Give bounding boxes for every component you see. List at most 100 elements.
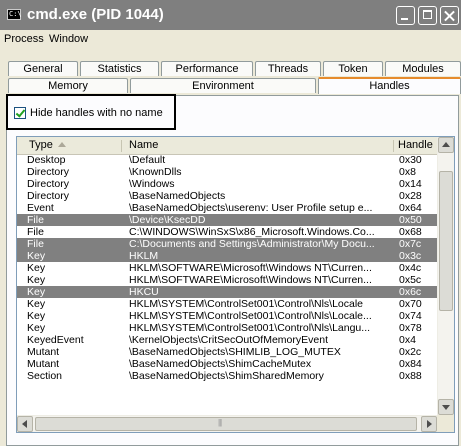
scroll-down-arrow-icon[interactable] — [438, 399, 454, 415]
sort-ascending-icon — [57, 142, 66, 147]
table-row[interactable]: File \Device\KsecDD 0x50 — [17, 214, 438, 226]
table-row[interactable]: Directory \BaseNamedObjects 0x28 — [17, 190, 438, 202]
handles-list[interactable]: Type Name Handle Desktop \Default 0x30 Dire… — [16, 136, 455, 433]
cell-name: \BaseNamedObjects\SHIMLIB_LOG_MUTEX — [129, 346, 341, 358]
table-row[interactable]: Key HKLM\SYSTEM\ControlSet001\Control\Nls… — [17, 298, 438, 310]
tab-general[interactable]: General — [8, 61, 78, 76]
table-row[interactable]: Key HKLM\SOFTWARE\Microsoft\Windows NT\Cu… — [17, 262, 438, 274]
table-row[interactable]: Mutant \BaseNamedObjects\SHIMLIB_LOG_MUTE… — [17, 346, 438, 358]
cell-handle: 0x5c — [399, 274, 422, 286]
cell-handle: 0x68 — [399, 226, 422, 238]
cell-name: HKLM\SOFTWARE\Microsoft\Windows NT\Curre… — [129, 274, 372, 286]
tab-performance[interactable]: Performance — [161, 61, 253, 76]
cell-name: \Device\KsecDD — [129, 214, 206, 226]
cell-name: HKLM\SOFTWARE\Microsoft\Windows NT\Curre… — [129, 262, 372, 274]
cell-name: \BaseNamedObjects\ShimSharedMemory — [129, 370, 324, 382]
close-button[interactable] — [440, 6, 459, 25]
tab-threads[interactable]: Threads — [255, 61, 321, 76]
table-row[interactable]: Key HKLM\SYSTEM\ControlSet001\Control\Nls… — [17, 322, 438, 334]
process-properties-window: C:\ cmd.exe (PID 1044) Process Window Ge… — [0, 0, 461, 446]
tab-statistics[interactable]: Statistics — [80, 61, 159, 76]
cell-name: HKLM — [129, 250, 159, 262]
cell-handle: 0x4c — [399, 262, 422, 274]
cell-name: HKLM\SYSTEM\ControlSet001\Control\Nls\Lo… — [129, 310, 372, 322]
list-header: Type Name Handle — [17, 137, 438, 155]
cell-type: File — [27, 214, 44, 226]
cell-handle: 0x88 — [399, 370, 422, 382]
menu-window[interactable]: Window — [49, 33, 88, 45]
cell-handle: 0x84 — [399, 358, 422, 370]
table-row[interactable]: Event \BaseNamedObjects\userenv: User Pro… — [17, 202, 438, 214]
cell-handle: 0x8 — [399, 166, 416, 178]
scroll-left-arrow-icon[interactable] — [17, 416, 33, 432]
table-row[interactable]: Mutant \BaseNamedObjects\ShimCacheMutex 0x… — [17, 358, 438, 370]
vertical-scroll-thumb[interactable] — [439, 171, 453, 311]
tab-memory[interactable]: Memory — [8, 78, 128, 93]
scrollbar-corner — [437, 415, 454, 432]
cell-type: Directory — [27, 166, 70, 178]
minimize-button[interactable] — [396, 6, 415, 25]
column-header-type[interactable]: Type — [29, 139, 66, 151]
tab-modules[interactable]: Modules — [385, 61, 461, 76]
cell-type: Mutant — [27, 346, 60, 358]
cell-type: Key — [27, 262, 46, 274]
cell-handle: 0x2c — [399, 346, 422, 358]
horizontal-scrollbar[interactable] — [17, 415, 438, 432]
cell-handle: 0x30 — [399, 154, 422, 166]
table-row[interactable]: Key HKLM\SYSTEM\ControlSet001\Control\Nls… — [17, 310, 438, 322]
scroll-up-arrow-icon[interactable] — [438, 137, 454, 153]
vertical-scrollbar[interactable] — [437, 137, 454, 416]
column-header-handle[interactable]: Handle — [398, 139, 433, 151]
cell-handle: 0x74 — [399, 310, 422, 322]
cell-name: HKCU — [129, 286, 159, 298]
cell-name: \BaseNamedObjects\userenv: User Profile … — [129, 202, 373, 214]
cell-name: HKLM\SYSTEM\ControlSet001\Control\Nls\Lo… — [129, 298, 364, 310]
table-row[interactable]: Directory \Windows 0x14 — [17, 178, 438, 190]
column-header-name[interactable]: Name — [129, 139, 158, 151]
cell-name: \BaseNamedObjects\ShimCacheMutex — [129, 358, 312, 370]
cmd-app-icon[interactable]: C:\ — [7, 9, 22, 20]
cell-type: Event — [27, 202, 54, 214]
cell-name: HKLM\SYSTEM\ControlSet001\Control\Nls\La… — [129, 322, 371, 334]
table-row[interactable]: Directory \KnownDlls 0x8 — [17, 166, 438, 178]
table-row[interactable]: File C:\Documents and Settings\Administra… — [17, 238, 438, 250]
table-row[interactable]: KeyedEvent \KernelObjects\CritSecOutOfMem… — [17, 334, 438, 346]
title-bar[interactable]: C:\ cmd.exe (PID 1044) — [0, 0, 461, 30]
cell-name: \KnownDlls — [129, 166, 182, 178]
cell-handle: 0x14 — [399, 178, 422, 190]
cell-handle: 0x78 — [399, 322, 422, 334]
maximize-button[interactable] — [418, 6, 437, 25]
window-title: cmd.exe (PID 1044) — [27, 6, 164, 23]
menu-bar: Process Window — [0, 30, 461, 48]
cell-handle: 0x6c — [399, 286, 422, 298]
horizontal-scroll-thumb[interactable] — [35, 417, 417, 431]
cell-type: Key — [27, 310, 46, 322]
cell-handle: 0x64 — [399, 202, 422, 214]
table-row[interactable]: Section \BaseNamedObjects\ShimSharedMemor… — [17, 370, 438, 382]
column-divider[interactable] — [121, 140, 122, 152]
cell-type: File — [27, 226, 44, 238]
cell-name: \Windows — [129, 178, 175, 190]
table-row[interactable]: Key HKLM 0x3c — [17, 250, 438, 262]
table-row[interactable]: Key HKLM\SOFTWARE\Microsoft\Windows NT\Cu… — [17, 274, 438, 286]
table-row[interactable]: Key HKCU 0x6c — [17, 286, 438, 298]
cell-type: Key — [27, 286, 46, 298]
cell-type: Directory — [27, 190, 70, 202]
tab-handles[interactable]: Handles — [318, 77, 461, 94]
table-row[interactable]: Desktop \Default 0x30 — [17, 154, 438, 166]
cell-handle: 0x50 — [399, 214, 422, 226]
column-divider[interactable] — [393, 140, 394, 152]
scroll-right-arrow-icon[interactable] — [421, 416, 437, 432]
cell-name: \Default — [129, 154, 166, 166]
cell-type: Key — [27, 274, 46, 286]
cell-type: File — [27, 238, 44, 250]
table-row[interactable]: File C:\WINDOWS\WinSxS\x86_Microsoft.Wind… — [17, 226, 438, 238]
tab-environment[interactable]: Environment — [130, 78, 316, 93]
tab-row-2: Memory Environment Handles — [0, 77, 461, 94]
hide-unnamed-checkbox[interactable] — [14, 107, 26, 119]
hide-unnamed-label[interactable]: Hide handles with no name — [30, 107, 163, 119]
tab-token[interactable]: Token — [323, 61, 383, 76]
cell-type: Section — [27, 370, 63, 382]
menu-process[interactable]: Process — [4, 33, 44, 45]
cell-type: KeyedEvent — [27, 334, 84, 346]
